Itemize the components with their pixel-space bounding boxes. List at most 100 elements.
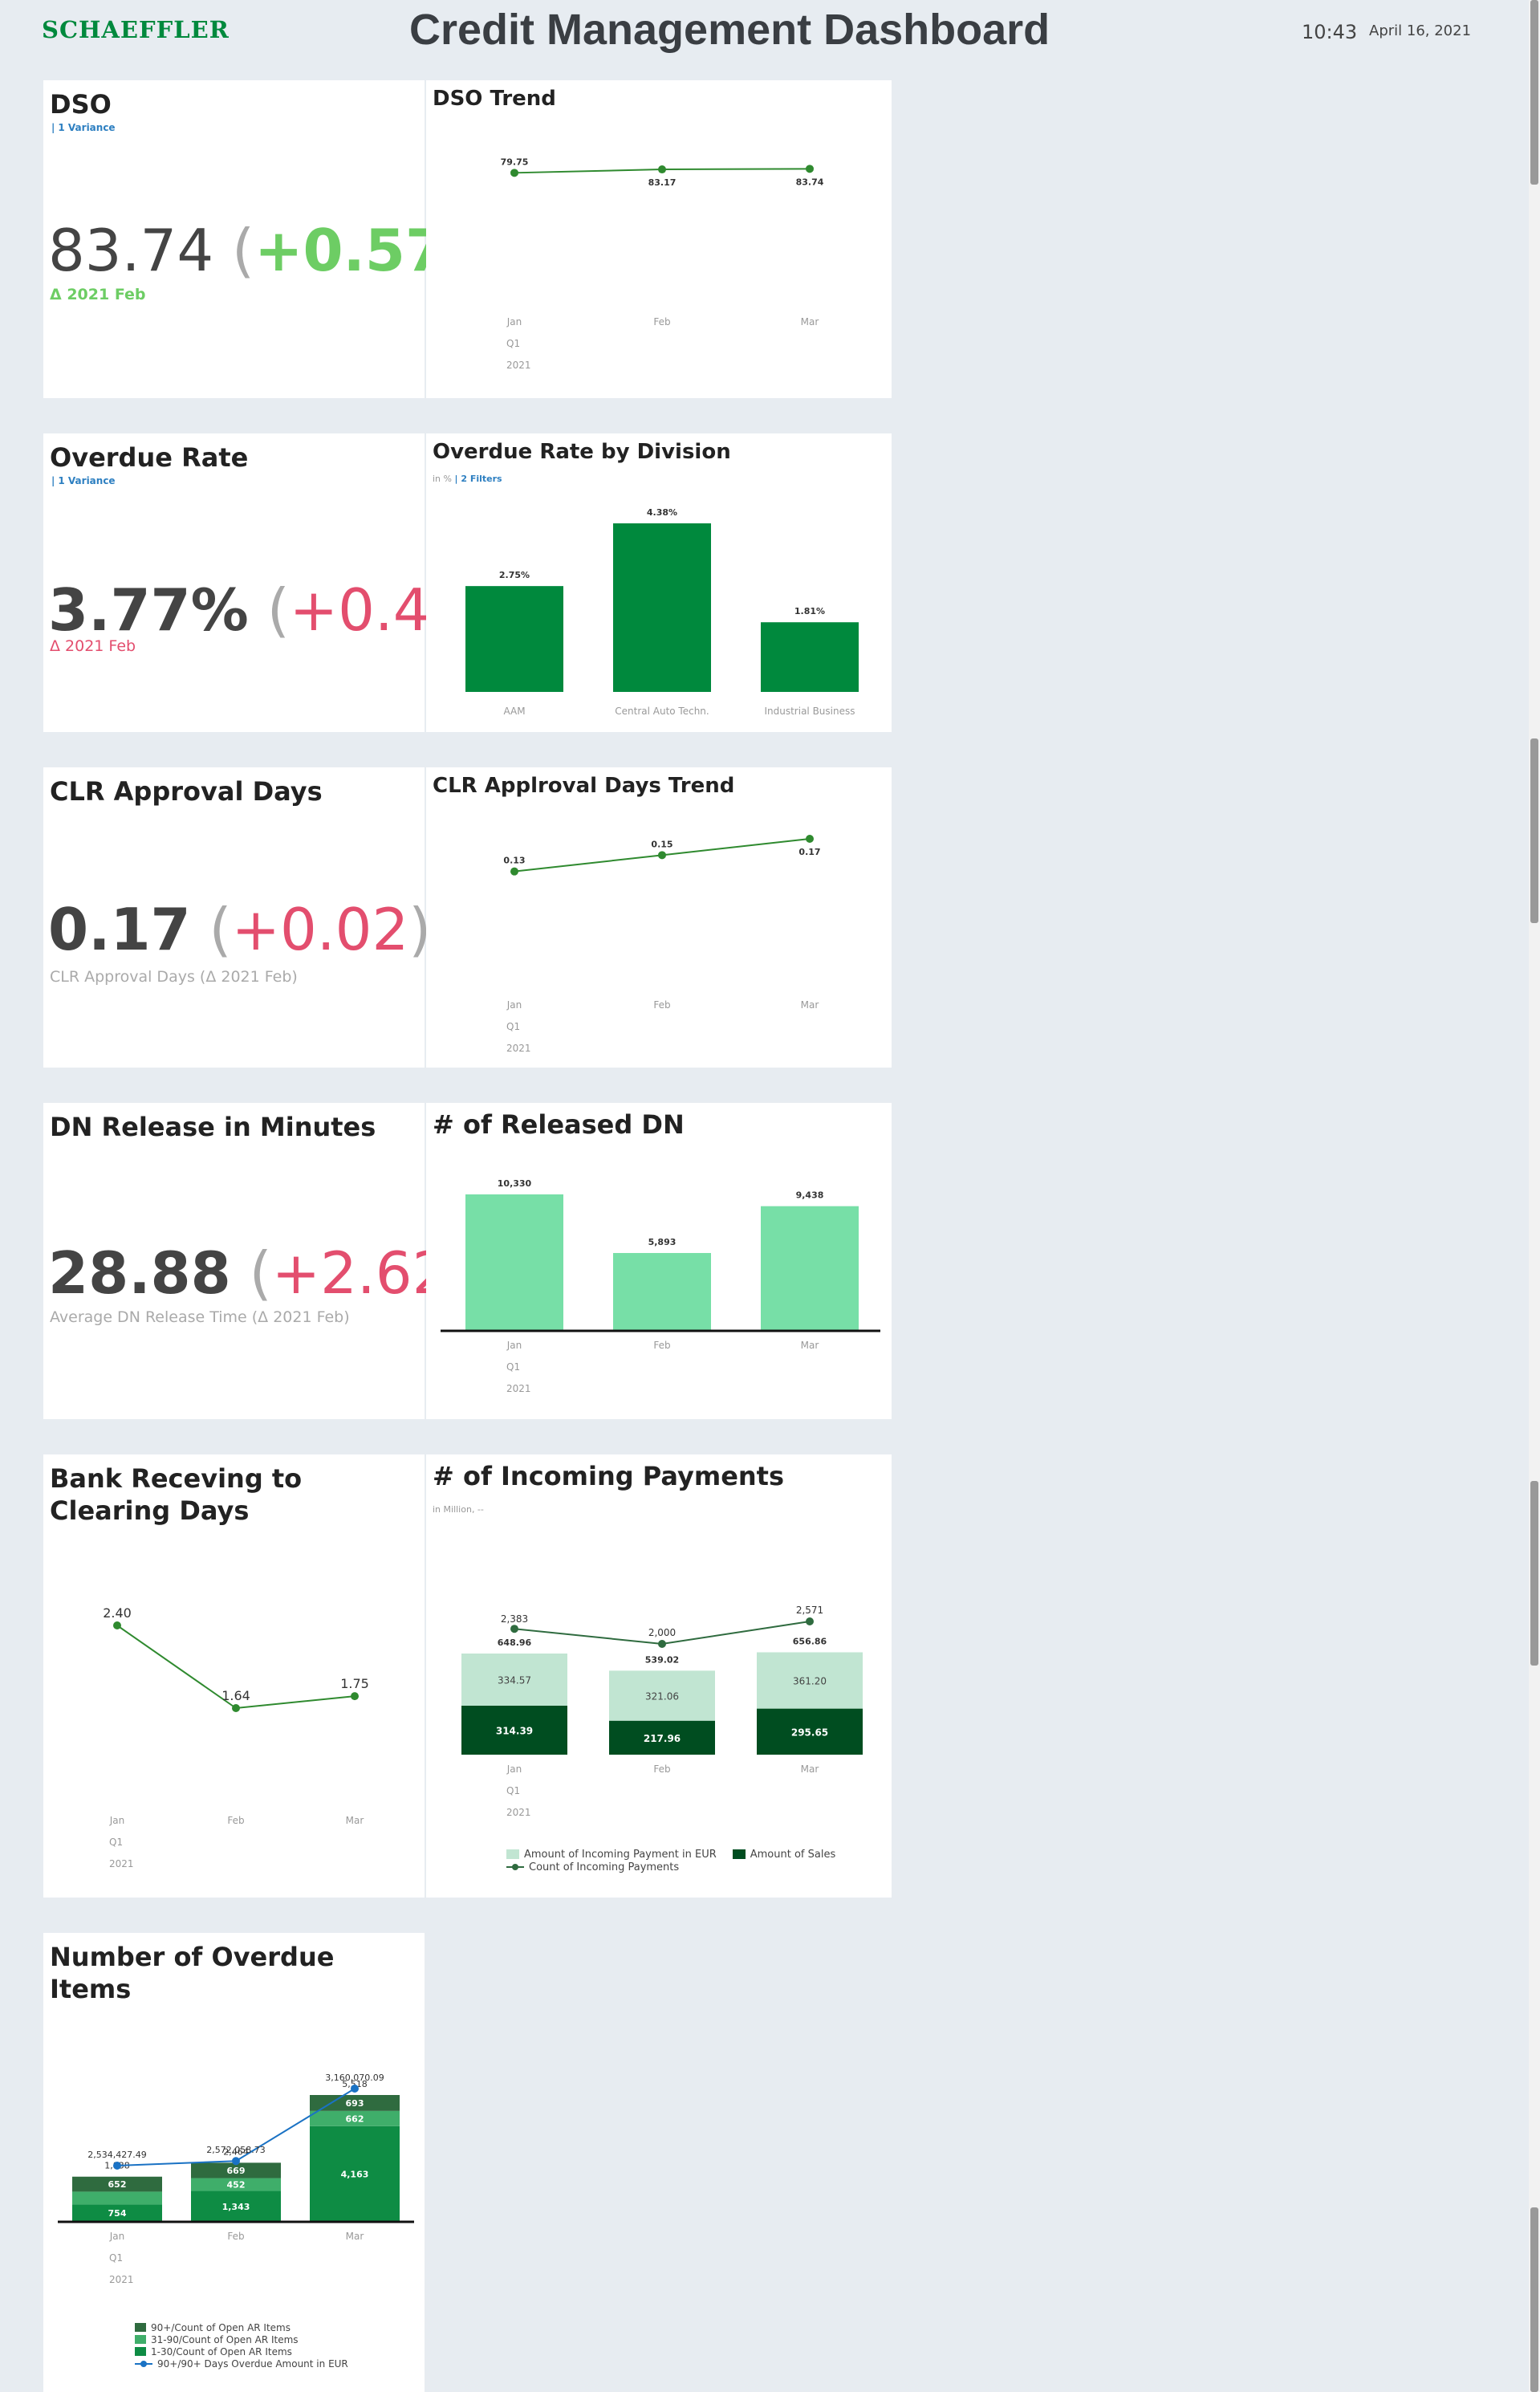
x-tick-label: Jan xyxy=(506,316,522,327)
legend-1-30: 1-30/Count of Open AR Items xyxy=(151,2345,292,2357)
dso-variance-link[interactable]: | 1 Variance xyxy=(51,122,116,133)
overdue-division-tile[interactable]: Overdue Rate by Division in % | 2 Filter… xyxy=(426,433,892,732)
dn-tile[interactable]: DN Release in Minutes 28.88 (+2.62) Aver… xyxy=(43,1103,471,1419)
dn-delta: Average DN Release Time (Δ 2021 Feb) xyxy=(50,1308,350,1326)
scroll-thumb-2[interactable] xyxy=(1530,738,1538,923)
schaeffler-logo: SCHAEFFLER xyxy=(42,16,230,43)
x-group-label: 2021 xyxy=(506,360,531,371)
header: SCHAEFFLER Credit Management Dashboard 1… xyxy=(0,0,1529,64)
overdue-rate-tile[interactable]: Overdue Rate |1 Variance 3.77% (+0.42) Δ… xyxy=(43,433,490,732)
data-label: 0.15 xyxy=(651,839,672,849)
overdue-rate-title: Overdue Rate xyxy=(50,442,249,473)
data-point xyxy=(658,1640,666,1648)
segment-label: 321.06 xyxy=(645,1691,679,1702)
x-tick-label: Jan xyxy=(506,1763,522,1775)
data-label: 4.38% xyxy=(647,507,677,518)
data-label: 2,383 xyxy=(501,1613,528,1625)
data-label: 1.75 xyxy=(340,1676,369,1691)
x-group-label: Q1 xyxy=(506,338,520,349)
data-point xyxy=(806,835,814,844)
data-point xyxy=(113,1621,121,1629)
data-point xyxy=(510,169,518,177)
x-group-label: 2021 xyxy=(109,2274,134,2285)
x-tick-label: Jan xyxy=(109,2231,125,2242)
scrollbar[interactable] xyxy=(1529,0,1540,2392)
data-label: 10,330 xyxy=(498,1178,532,1189)
x-tick-label: Feb xyxy=(653,999,670,1011)
x-tick-label: Mar xyxy=(801,999,819,1011)
bar xyxy=(761,622,859,692)
segment-label: 452 xyxy=(227,2180,246,2191)
clr-trend-tile[interactable]: CLR Applroval Days Trend 0.13 0.15 0.17 Jan… xyxy=(426,767,892,1068)
legend-31-90: 31-90/Count of Open AR Items xyxy=(151,2333,299,2345)
legend-90plus-amount: 90+/90+ Days Overdue Amount in EUR xyxy=(157,2357,348,2370)
data-label: 83.17 xyxy=(648,177,677,188)
data-point xyxy=(806,1617,814,1625)
overdue-variance-link[interactable]: | 1 Variance xyxy=(51,475,116,486)
dso-trend-tile[interactable]: DSO Trend 79.75 83.17 83.74 Jan Feb Mar Q1 2021 xyxy=(426,80,892,398)
x-group-label: Q1 xyxy=(506,1021,520,1032)
data-label: 83.74 xyxy=(796,177,824,187)
overdue-items-tile[interactable]: Number of OverdueItems 7546521,8381,3434… xyxy=(43,1933,425,2392)
x-tick-label: Mar xyxy=(801,316,819,327)
bar xyxy=(613,1253,711,1331)
x-group-label: Q1 xyxy=(109,1837,123,1848)
x-tick-label: Feb xyxy=(227,2231,244,2242)
data-label: 1.64 xyxy=(221,1688,250,1703)
x-tick-label: Jan xyxy=(506,1340,522,1351)
x-tick-label: Central Auto Techn. xyxy=(615,706,709,717)
overdue-items-legend: 90+/Count of Open AR Items 31-90/Count o… xyxy=(135,2321,348,2370)
data-point xyxy=(351,1692,359,1701)
dn-kpi-value: 28.88 (+2.62) xyxy=(48,1239,471,1307)
x-tick-label: Jan xyxy=(506,999,522,1011)
x-tick-label: Mar xyxy=(801,1340,819,1351)
dn-title: DN Release in Minutes xyxy=(50,1112,376,1142)
bar xyxy=(613,523,711,692)
x-group-label: Q1 xyxy=(109,2252,123,2264)
overdue-variance-label: 1 Variance xyxy=(58,475,116,486)
x-tick-label: Industrial Business xyxy=(764,706,855,717)
segment-label: 334.57 xyxy=(498,1674,531,1686)
data-point xyxy=(351,2085,359,2093)
data-point xyxy=(113,2162,121,2170)
overdue-delta: Δ 2021 Feb xyxy=(50,637,136,655)
clr-tile[interactable]: CLR Approval Days 0.17 (+0.02) CLR Appro… xyxy=(43,767,431,1068)
dso-trend-chart: 79.75 83.17 83.74 Jan Feb Mar Q1 2021 xyxy=(501,157,824,371)
segment-label: 4,163 xyxy=(341,2169,369,2179)
bar-segment xyxy=(72,2191,162,2205)
dso-tile[interactable]: DSO |1 Variance 83.74 (+0.57) Δ 2021 Feb xyxy=(43,80,468,398)
clr-kpi-value: 0.17 (+0.02) xyxy=(48,896,432,963)
data-label: 79.75 xyxy=(501,157,529,167)
data-label: 2,572,058.73 xyxy=(206,2145,265,2155)
x-group-label: Q1 xyxy=(506,1361,520,1373)
overdue-division-chart: 2.75% 4.38% 1.81% AAM Central Auto Techn. Ind… xyxy=(465,507,859,717)
data-point xyxy=(510,867,518,876)
bank-clearing-tile[interactable]: Bank Receving to Clearing Days 2.40 1.64 1.… xyxy=(43,1454,425,1898)
legend-count-incoming: Count of Incoming Payments xyxy=(529,1861,680,1873)
legend-incoming-amount: Amount of Incoming Payment in EUR xyxy=(524,1848,717,1861)
bar xyxy=(465,1194,563,1331)
bank-clearing-chart: 2.40 1.64 1.75 Jan Feb Mar Q1 2021 xyxy=(103,1605,369,1869)
dso-kpi-value: 83.74 (+0.57) xyxy=(48,217,468,284)
data-label: 3,160,070.09 xyxy=(325,2073,384,2083)
segment-label: 652 xyxy=(108,2179,127,2190)
segment-label: 662 xyxy=(346,2113,364,2124)
segment-label: 1,343 xyxy=(222,2202,250,2212)
scroll-thumb-1[interactable] xyxy=(1530,0,1538,185)
x-group-label: 2021 xyxy=(506,1807,531,1818)
released-dn-tile[interactable]: # of Released DN 10,330 5,893 9,438 Jan Feb M… xyxy=(426,1103,892,1419)
total-label: 656.86 xyxy=(793,1636,827,1646)
segment-label: 693 xyxy=(346,2098,364,2109)
segment-label: 217.96 xyxy=(644,1733,681,1744)
scroll-thumb-3[interactable] xyxy=(1530,1481,1538,1666)
data-point xyxy=(232,1704,240,1713)
data-label: 0.13 xyxy=(503,856,525,866)
x-tick-label: Mar xyxy=(801,1763,819,1775)
data-label: 2,534,427.49 xyxy=(87,2150,146,2160)
incoming-payments-tile[interactable]: # of Incoming Payments in Million, -- 31… xyxy=(426,1454,892,1898)
incoming-payments-legend: Amount of Incoming Payment in EUR Amount … xyxy=(506,1848,835,1873)
x-tick-label: Feb xyxy=(227,1815,244,1826)
data-point xyxy=(510,1625,518,1633)
incoming-payments-chart: 314.39 334.57 648.96 217.96 321.06 539.02 295.… xyxy=(461,1605,863,1818)
scroll-thumb-4[interactable] xyxy=(1530,2207,1538,2392)
